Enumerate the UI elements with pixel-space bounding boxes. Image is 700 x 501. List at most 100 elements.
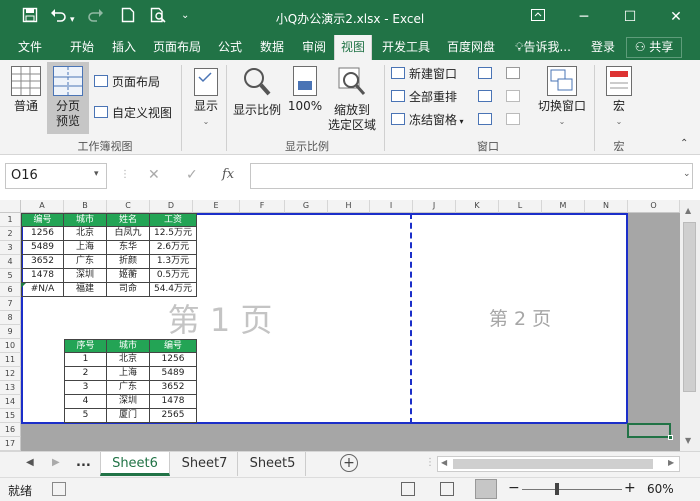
table-cell[interactable]: 0.5万元 [150, 269, 197, 283]
table-cell[interactable]: 深圳 [64, 269, 107, 283]
zoom-100-button[interactable]: 100% [287, 66, 323, 114]
cancel-icon[interactable]: ✕ [148, 167, 160, 183]
tab-baidu-netdisk[interactable]: 百度网盘 [442, 35, 500, 60]
hide-icon[interactable] [478, 89, 496, 105]
table-header-cell[interactable]: 编号 [150, 339, 197, 353]
customize-toolbar-icon[interactable]: ⌄ [181, 7, 189, 25]
worksheet-grid[interactable]: ABCDEFGHIJKLMNO 1 2 3 4 5 6 7 8 9 10 11 12 13 14 15 16 1… [0, 200, 700, 451]
normal-view-status-icon[interactable] [401, 482, 415, 496]
insert-function-icon[interactable]: fx [222, 167, 234, 182]
custom-views-button[interactable]: 自定义视图 [94, 105, 172, 121]
page-layout-button[interactable]: 页面布局 [94, 74, 160, 90]
active-cell[interactable] [627, 423, 671, 438]
tab-page-layout[interactable]: 页面布局 [148, 35, 206, 60]
table-cell[interactable]: 5489 [21, 241, 64, 255]
sheet-tab-sheet7[interactable]: Sheet7 [172, 452, 238, 476]
table-cell[interactable]: 折颜 [107, 255, 150, 269]
column-header[interactable]: B [64, 200, 107, 213]
row-header[interactable]: 12 [0, 367, 21, 381]
tab-insert[interactable]: 插入 [104, 35, 144, 60]
scroll-up-icon[interactable]: ▲ [685, 206, 691, 215]
tab-home[interactable]: 开始 [62, 35, 102, 60]
next-sheet-icon[interactable]: ▶ [52, 457, 60, 468]
undo-icon[interactable] [50, 7, 68, 27]
tab-developer[interactable]: 开发工具 [376, 35, 436, 60]
formula-input[interactable] [250, 163, 693, 189]
table-cell[interactable]: 东华 [107, 241, 150, 255]
new-window-button[interactable]: 新建窗口 [391, 66, 457, 82]
tab-data[interactable]: 数据 [252, 35, 292, 60]
table-header-cell[interactable]: 序号 [64, 339, 107, 353]
vertical-scrollbar[interactable]: ▲ ▼ [680, 200, 700, 451]
share-button[interactable]: ⚇ 共享 [626, 37, 682, 58]
table-cell[interactable]: #N/A [21, 283, 64, 297]
table-header-cell[interactable]: 城市 [64, 213, 107, 227]
show-button[interactable]: 显示 ⌄ [188, 68, 224, 129]
sheet-tab-sheet5[interactable]: Sheet5 [240, 452, 306, 476]
collapse-ribbon-icon[interactable]: ⌃ [680, 138, 688, 149]
save-icon[interactable] [22, 7, 38, 27]
table-header-cell[interactable]: 编号 [21, 213, 64, 227]
column-header[interactable]: M [542, 200, 585, 213]
macro-record-icon[interactable] [52, 482, 66, 496]
tell-me-search[interactable]: 💡︎告诉我... [508, 35, 578, 60]
tab-split-grip-icon[interactable]: ⋮ [425, 457, 435, 468]
unhide-icon[interactable] [478, 112, 496, 128]
column-header[interactable]: O [628, 200, 680, 213]
expand-formula-bar-icon[interactable]: ⌄ [683, 169, 691, 179]
row-header[interactable]: 9 [0, 325, 21, 339]
column-header[interactable]: D [150, 200, 193, 213]
table-header-cell[interactable]: 城市 [107, 339, 150, 353]
maximize-icon[interactable]: ☐ [607, 0, 653, 35]
table-cell[interactable]: 3 [64, 381, 107, 395]
table-cell[interactable]: 深圳 [107, 395, 150, 409]
row-header[interactable]: 8 [0, 311, 21, 325]
minimize-icon[interactable]: ─ [561, 0, 607, 35]
table-cell[interactable]: 2 [64, 367, 107, 381]
zoom-in-icon[interactable]: + [624, 480, 636, 496]
tab-file[interactable]: 文件 [10, 35, 50, 60]
sign-in-link[interactable]: 登录 [586, 35, 620, 60]
table-cell[interactable]: 厦门 [107, 409, 150, 423]
table-cell[interactable]: 姬蘅 [107, 269, 150, 283]
column-header[interactable]: G [285, 200, 328, 213]
table-cell[interactable]: 广东 [107, 381, 150, 395]
table-header-cell[interactable]: 工资 [150, 213, 197, 227]
zoom-level[interactable]: 60% [647, 482, 674, 496]
split-icon[interactable] [478, 66, 496, 82]
arrange-all-button[interactable]: 全部重排 [391, 89, 457, 105]
row-header[interactable]: 6 [0, 283, 21, 297]
row-header[interactable]: 17 [0, 437, 21, 451]
page-layout-status-icon[interactable] [440, 482, 454, 496]
table-cell[interactable]: 上海 [107, 367, 150, 381]
switch-window-button[interactable]: 切换窗口 ⌄ [536, 66, 588, 129]
more-sheets-button[interactable]: ... [76, 455, 91, 470]
row-header[interactable]: 3 [0, 241, 21, 255]
freeze-panes-button[interactable]: 冻结窗格 ▾ [391, 112, 464, 130]
scroll-right-icon[interactable]: ▶ [668, 458, 674, 467]
table-cell[interactable]: 上海 [64, 241, 107, 255]
row-header[interactable]: 4 [0, 255, 21, 269]
tab-formulas[interactable]: 公式 [210, 35, 250, 60]
scroll-left-icon[interactable]: ◀ [441, 458, 447, 467]
zoom-slider-thumb[interactable] [555, 483, 559, 495]
print-preview-icon[interactable] [150, 7, 166, 27]
table-cell[interactable]: 1478 [21, 269, 64, 283]
row-header[interactable]: 10 [0, 339, 21, 353]
table-header-cell[interactable]: 姓名 [107, 213, 150, 227]
view-side-by-side-icon[interactable] [506, 66, 524, 82]
table-cell[interactable]: 5489 [150, 367, 197, 381]
column-header[interactable]: E [193, 200, 240, 213]
zoom-button[interactable]: 显示比例 [232, 66, 282, 118]
prev-sheet-icon[interactable]: ◀ [26, 457, 34, 468]
sheet-tab-sheet6[interactable]: Sheet6 [100, 452, 170, 476]
table-cell[interactable]: 北京 [107, 353, 150, 367]
row-header[interactable]: 16 [0, 423, 21, 437]
table-cell[interactable]: 广东 [64, 255, 107, 269]
page-break-status-icon[interactable] [475, 479, 497, 499]
close-icon[interactable]: ✕ [653, 0, 699, 35]
vertical-scroll-thumb[interactable] [683, 222, 696, 392]
column-header[interactable]: A [21, 200, 64, 213]
normal-view-button[interactable]: 普通 [8, 66, 44, 114]
sync-scroll-icon[interactable] [506, 89, 524, 105]
